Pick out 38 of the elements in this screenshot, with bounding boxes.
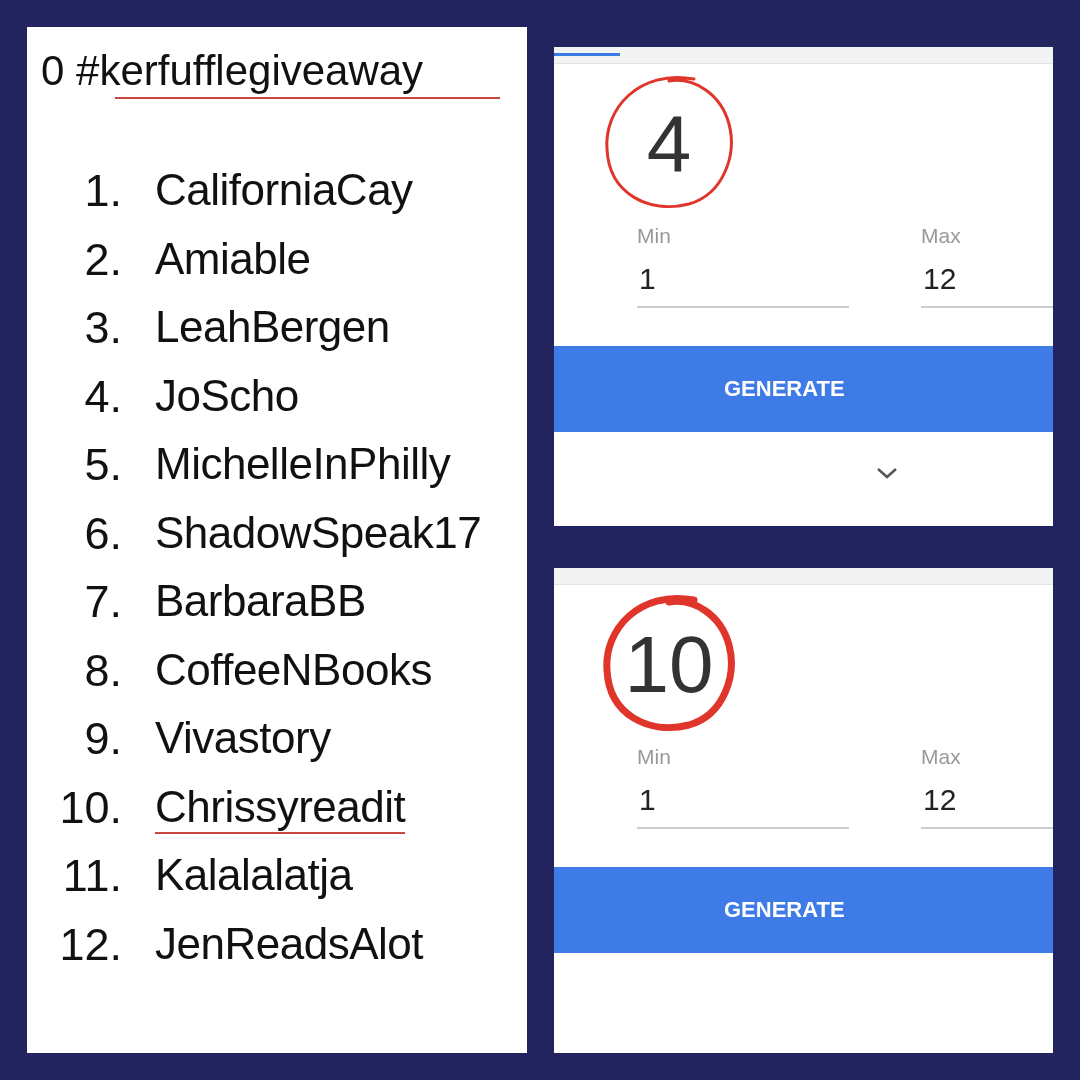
entry-name: ShadowSpeak17: [155, 507, 482, 559]
entry-number: 9.: [83, 713, 122, 766]
entry-number: 10.: [58, 781, 122, 834]
entry-number: 4.: [83, 370, 122, 423]
entry-name: Kalalalatja: [155, 850, 353, 902]
entry-number: 1.: [83, 165, 122, 218]
field-label: Min: [637, 224, 672, 248]
entry-name: Chrissyreadit: [155, 781, 406, 834]
chevron-down-icon[interactable]: [875, 467, 898, 479]
max-field[interactable]: 12: [921, 769, 1053, 829]
entry-number: 3.: [83, 302, 122, 355]
entry-name: LeahBergen: [155, 302, 390, 354]
entry-number: 5.: [83, 439, 122, 492]
field-label: Max: [921, 224, 962, 248]
entry-name: MichelleInPhilly: [155, 439, 451, 491]
entry-name: Vivastory: [155, 713, 331, 765]
max-field[interactable]: 12: [921, 248, 1053, 308]
field-label: Max: [921, 745, 962, 769]
generate-button[interactable]: GENERATE: [554, 867, 1053, 953]
min-field[interactable]: 1: [637, 769, 849, 829]
entry-name: BarbaraBB: [155, 576, 366, 628]
entry-number: 12.: [58, 918, 122, 971]
entry-name: CaliforniaCay: [155, 165, 413, 217]
entry-name: Amiable: [155, 233, 311, 285]
entry-number: 7.: [83, 576, 122, 629]
note-title: 0 #kerfufflegiveaway: [41, 47, 424, 95]
entry-number: 8.: [83, 644, 122, 697]
random-result: 4: [646, 98, 692, 190]
entry-name: JenReadsAlot: [155, 918, 423, 970]
field-label: Min: [637, 745, 672, 769]
entry-number: 2.: [83, 233, 122, 286]
random-result: 10: [624, 619, 714, 711]
entry-name: JoScho: [155, 370, 299, 422]
entry-number: 6.: [83, 507, 122, 560]
generate-button[interactable]: GENERATE: [554, 346, 1053, 432]
entry-name: CoffeeNBooks: [155, 644, 432, 696]
entry-number: 11.: [61, 850, 122, 903]
min-field[interactable]: 1: [637, 248, 849, 308]
